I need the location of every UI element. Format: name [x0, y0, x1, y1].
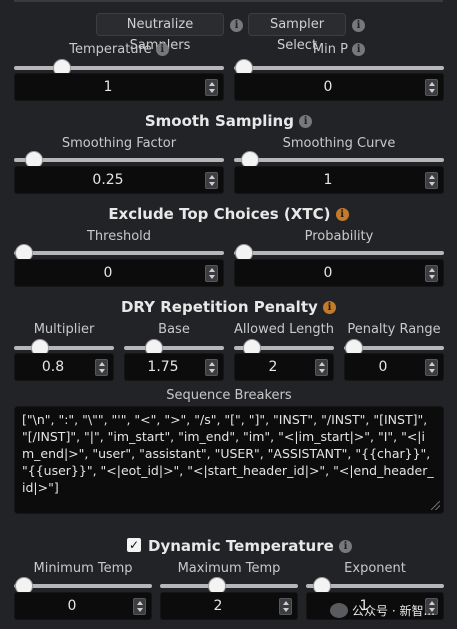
smoothing-curve-label: Smoothing Curve	[282, 136, 396, 151]
xtc-warning-icon[interactable]: i	[335, 208, 349, 221]
textarea-resize-handle[interactable]	[431, 501, 440, 510]
watermark-text: 公众号 · 新智...	[352, 604, 435, 618]
maximum-temp-label: Maximum Temp	[177, 561, 281, 576]
smooth-sampling-info-icon[interactable]: i	[299, 115, 313, 128]
multiplier-stepper[interactable]	[95, 359, 108, 376]
base-stepper[interactable]	[205, 359, 218, 376]
probability-label: Probability	[304, 229, 374, 244]
watermark: 公众号 · 新智...	[330, 602, 435, 619]
base-input[interactable]: 1.75	[124, 353, 224, 381]
dynamic-temperature-checkbox[interactable]: ✓	[127, 538, 141, 552]
sampler-select-info-icon[interactable]: i	[352, 19, 365, 32]
multiplier-input[interactable]: 0.8	[14, 353, 114, 381]
temperature-label: Temperature i	[14, 42, 224, 57]
wechat-logo-icon	[330, 603, 348, 618]
temperature-info-icon[interactable]: i	[155, 43, 169, 56]
exponent-label: Exponent	[344, 561, 406, 576]
sequence-breakers-textarea[interactable]: ["\n", ":", "\"", "'", "<", ">", "/s", "…	[14, 406, 444, 514]
sampler-select-button[interactable]: Sampler Select	[248, 13, 346, 53]
smoothing-curve-stepper[interactable]	[425, 172, 438, 189]
sequence-breakers-label: Sequence Breakers	[166, 388, 292, 403]
probability-input[interactable]: 0	[234, 259, 444, 287]
dry-title: DRY Repetition Penalty i	[0, 298, 457, 316]
probability-stepper[interactable]	[425, 265, 438, 282]
penalty-range-input[interactable]: 0	[344, 353, 444, 381]
allowed-length-stepper[interactable]	[315, 359, 328, 376]
dynamic-temperature-info-icon[interactable]: i	[339, 540, 353, 553]
multiplier-label: Multiplier	[33, 322, 95, 337]
threshold-label: Threshold	[86, 229, 152, 244]
min-p-label: Min P i	[234, 42, 444, 57]
smoothing-curve-input[interactable]: 1	[234, 166, 444, 194]
smoothing-factor-label: Smoothing Factor	[61, 136, 177, 151]
min-p-info-icon[interactable]: i	[352, 43, 366, 56]
top-divider	[14, 0, 443, 2]
smooth-sampling-title: Smooth Sampling i	[0, 112, 457, 130]
temperature-input[interactable]: 1	[14, 73, 224, 101]
maximum-temp-input[interactable]: 2	[160, 592, 298, 620]
minimum-temp-label: Minimum Temp	[33, 561, 133, 576]
dry-warning-icon[interactable]: i	[323, 301, 337, 314]
sequence-breakers-value: ["\n", ":", "\"", "'", "<", ">", "/s", "…	[22, 412, 434, 495]
min-p-stepper[interactable]	[425, 79, 438, 96]
minimum-temp-input[interactable]: 0	[14, 592, 152, 620]
penalty-range-label: Penalty Range	[347, 322, 441, 337]
min-p-input[interactable]: 0	[234, 73, 444, 101]
xtc-title: Exclude Top Choices (XTC) i	[0, 205, 457, 223]
maximum-temp-stepper[interactable]	[279, 598, 292, 615]
base-label: Base	[158, 322, 190, 337]
minimum-temp-stepper[interactable]	[133, 598, 146, 615]
allowed-length-input[interactable]: 2	[234, 353, 334, 381]
dynamic-temperature-title: Dynamic Temperature i	[148, 537, 353, 555]
smoothing-factor-input[interactable]: 0.25	[14, 166, 224, 194]
threshold-input[interactable]: 0	[14, 259, 224, 287]
temperature-stepper[interactable]	[205, 79, 218, 96]
allowed-length-label: Allowed Length	[234, 322, 334, 337]
threshold-stepper[interactable]	[205, 265, 218, 282]
neutralize-samplers-button[interactable]: Neutralize Samplers	[96, 13, 224, 53]
smoothing-factor-stepper[interactable]	[205, 172, 218, 189]
penalty-range-stepper[interactable]	[425, 359, 438, 376]
neutralize-info-icon[interactable]: i	[230, 19, 243, 32]
